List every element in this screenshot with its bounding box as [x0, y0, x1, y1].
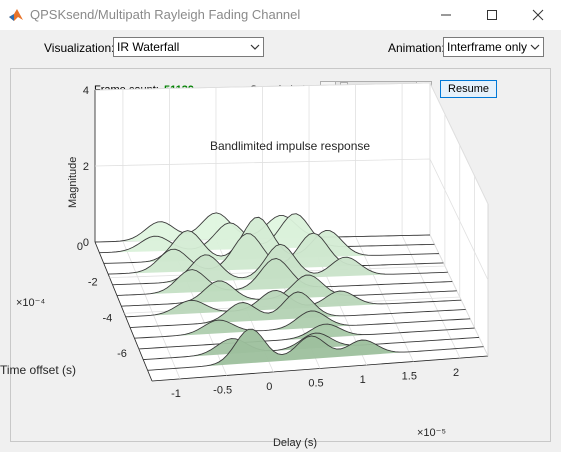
- x-tick-label: -1: [171, 388, 181, 400]
- x-tick-label: 1.5: [402, 371, 417, 383]
- y-tick-label: -4: [102, 312, 112, 324]
- chart-title: Bandlimited impulse response: [210, 139, 370, 153]
- x-tick-label: 0: [266, 381, 272, 393]
- z-tick-label: 4: [83, 85, 89, 97]
- z-tick-label: 0: [83, 237, 89, 249]
- x-tick-label: 1: [360, 374, 366, 386]
- x-tick-label: 2: [453, 367, 459, 379]
- y-tick-label: -2: [88, 277, 98, 289]
- z-tick-label: 2: [83, 161, 89, 173]
- y-exponent-label: ×10⁻⁴: [16, 297, 45, 309]
- waterfall-plot: Bandlimited impulse response Magnitude T…: [0, 82, 489, 449]
- y-axis-label: Time offset (s): [0, 363, 76, 377]
- x-tick-label: 0.5: [308, 378, 323, 390]
- x-axis-label: Delay (s): [273, 437, 317, 449]
- z-axis-label: Magnitude: [67, 157, 79, 208]
- y-tick-label: -6: [117, 348, 127, 360]
- x-tick-label: -0.5: [213, 384, 232, 396]
- x-exponent-label: ×10⁻⁵: [417, 427, 446, 439]
